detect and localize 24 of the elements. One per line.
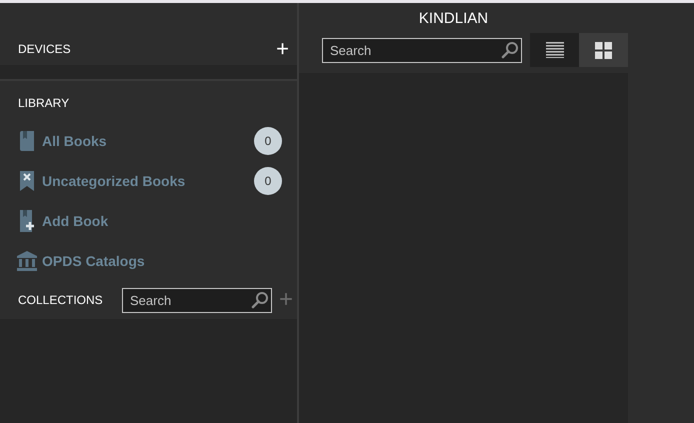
library-item[interactable]: Uncategorized Books	[42, 173, 249, 189]
list-view-icon	[546, 42, 564, 58]
add-book-icon	[19, 210, 35, 232]
add-button[interactable]: +	[276, 38, 289, 60]
bank-icon	[17, 251, 37, 271]
library-item[interactable]: Add Book	[42, 213, 282, 229]
search-field[interactable]: Search	[122, 288, 272, 312]
app-title: KINDLIAN	[418, 10, 488, 26]
count-badge: 0	[254, 167, 282, 195]
search-icon[interactable]	[250, 290, 269, 308]
section-title: LIBRARY	[18, 96, 70, 110]
section-title: COLLECTIONS	[18, 293, 103, 307]
count-badge: 0	[254, 127, 282, 155]
list-view-button[interactable]	[530, 33, 579, 67]
section-title: DEVICES	[18, 42, 71, 56]
bookmark-x-icon	[20, 171, 34, 191]
grid-view-icon	[595, 42, 612, 58]
grid-view-button[interactable]	[579, 33, 628, 67]
search-field[interactable]: Search	[322, 38, 522, 62]
library-item[interactable]: OPDS Catalogs	[42, 253, 282, 269]
book-icon	[19, 131, 35, 151]
add-button[interactable]: +	[278, 288, 293, 312]
search-icon[interactable]	[501, 40, 519, 58]
library-item[interactable]: All Books	[42, 133, 249, 149]
